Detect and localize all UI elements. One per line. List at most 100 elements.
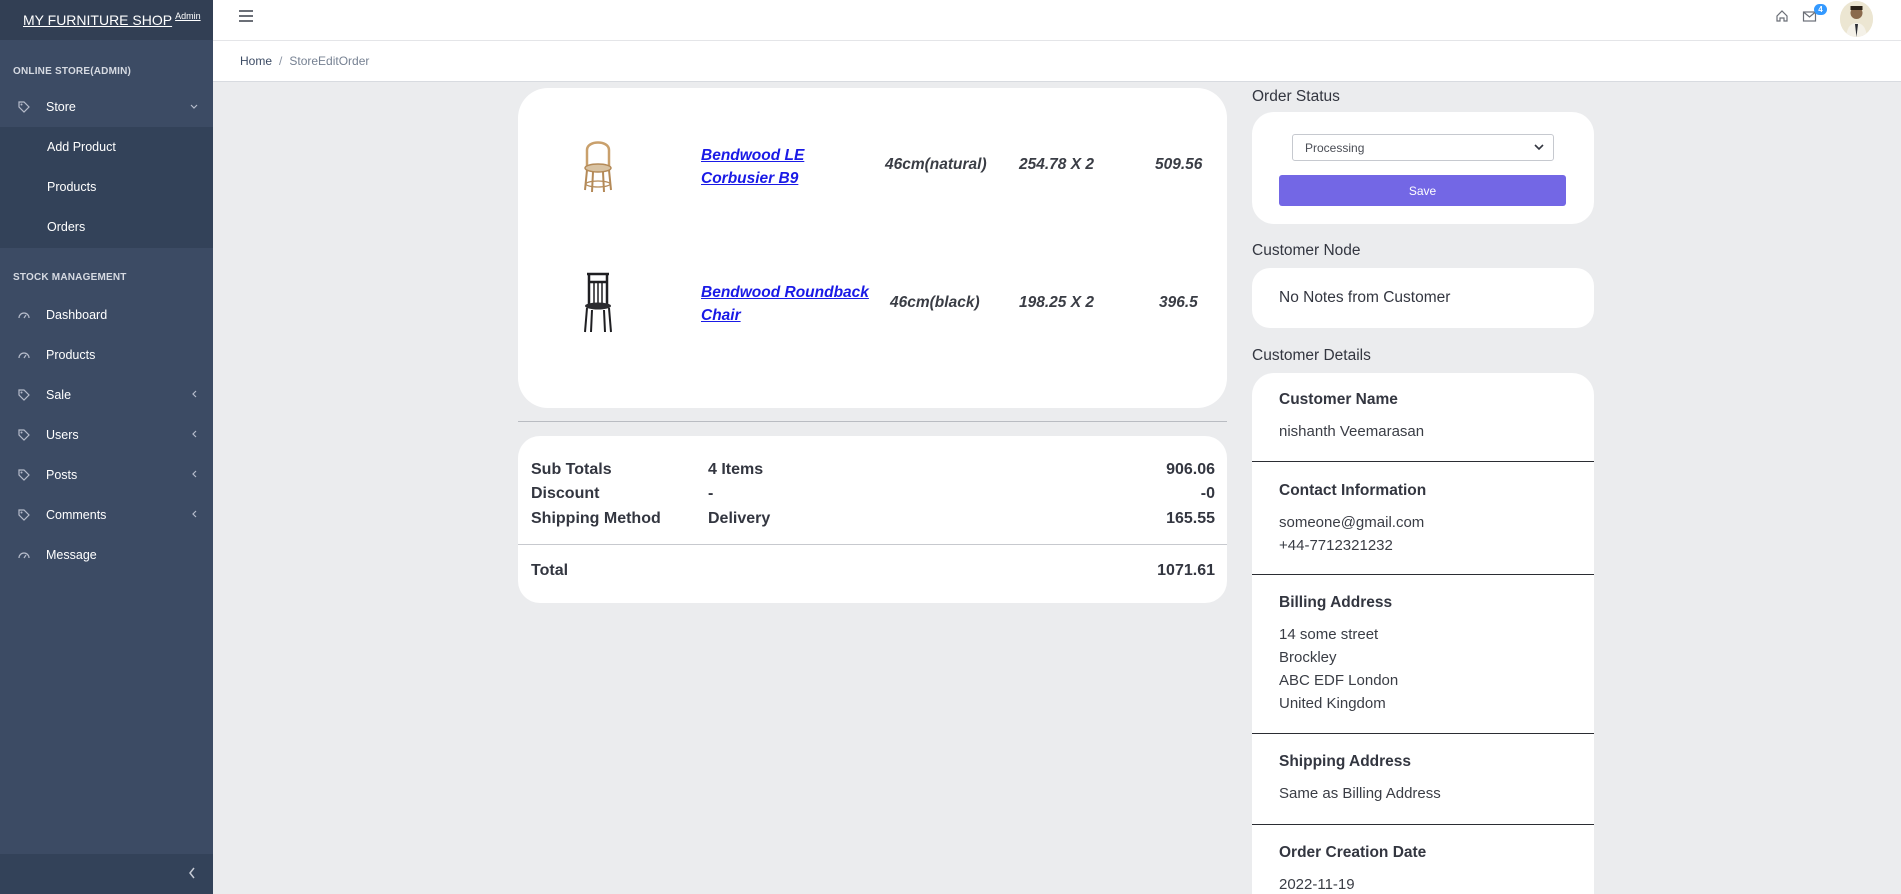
top-header: 4 [213, 0, 1901, 41]
sidebar-item-label: Products [46, 348, 96, 362]
section-divider [518, 421, 1227, 422]
billing-label: Billing Address [1279, 594, 1393, 611]
speedometer-icon [17, 548, 31, 562]
tag-icon [17, 388, 31, 402]
shipping-address-label: Shipping Address [1279, 753, 1412, 770]
billing-line: Brockley [1279, 649, 1337, 666]
billing-section: Billing Address 14 some street Brockley … [1252, 594, 1594, 715]
sidebar-item-posts[interactable]: Posts [0, 455, 213, 495]
contact-label: Contact Information [1279, 482, 1427, 499]
product-price-qty: 198.25 X 2 [1019, 294, 1094, 311]
product-image-chair-natural [573, 130, 623, 200]
product-name-line1[interactable]: Bendwood Roundback [701, 281, 869, 304]
brand-name[interactable]: MY FURNITURE SHOP [23, 12, 172, 28]
tag-icon [17, 508, 31, 522]
sidebar-item-label: Posts [46, 468, 78, 482]
customer-name-label: Customer Name [1279, 391, 1398, 408]
shipping-method: Delivery [708, 510, 771, 527]
sidebar-item-store[interactable]: Store [0, 87, 213, 127]
home-icon[interactable] [1775, 9, 1789, 28]
subtotal-label: Sub Totals [531, 461, 612, 478]
sidebar-item-label: Users [46, 428, 79, 442]
sidebar-footer [0, 854, 213, 894]
discount-mid: - [708, 485, 714, 502]
details-divider [1252, 461, 1594, 462]
sidebar: MY FURNITURE SHOP Admin ONLINE STORE(ADM… [0, 0, 213, 894]
customer-details-title: Customer Details [1252, 347, 1371, 364]
billing-line: United Kingdom [1279, 695, 1386, 712]
sidebar-item-products[interactable]: Products [47, 180, 96, 194]
shipping-address-value: Same as Billing Address [1279, 785, 1441, 802]
tag-icon [17, 100, 31, 114]
product-size: 46cm(natural) [885, 156, 987, 173]
details-divider [1252, 824, 1594, 825]
sidebar-item-message[interactable]: Message [0, 535, 213, 575]
chevron-left-icon [189, 470, 199, 481]
sidebar-item-dashboard[interactable]: Dashboard [0, 295, 213, 335]
product-image-chair-black [573, 268, 623, 338]
customer-name-value: nishanth Veemarasan [1279, 423, 1425, 440]
chevron-down-icon [189, 102, 199, 113]
breadcrumb-current: StoreEditOrder [289, 54, 370, 68]
total-value: 1071.61 [1157, 562, 1215, 579]
product-name-line2[interactable]: Corbusier B9 [701, 167, 804, 190]
details-divider [1252, 733, 1594, 734]
product-link[interactable]: Bendwood LE Corbusier B9 [701, 144, 804, 190]
speedometer-icon [17, 348, 31, 362]
speedometer-icon [17, 308, 31, 322]
customer-notes-text: No Notes from Customer [1279, 289, 1451, 306]
sidebar-item-sale[interactable]: Sale [0, 375, 213, 415]
product-name-line1[interactable]: Bendwood LE [701, 144, 804, 167]
details-divider [1252, 574, 1594, 575]
brand-admin-label[interactable]: Admin [175, 11, 201, 21]
billing-line: ABC EDF London [1279, 672, 1399, 689]
contact-email: someone@gmail.com [1279, 514, 1425, 531]
subtotal-items: 4 Items [708, 461, 764, 478]
contact-section: Contact Information someone@gmail.com +4… [1252, 482, 1594, 557]
customer-name-section: Customer Name nishanth Veemarasan [1252, 391, 1594, 443]
product-line-total: 396.5 [1159, 294, 1198, 311]
breadcrumb-home-link[interactable]: Home [240, 54, 272, 68]
sidebar-item-label: Dashboard [46, 308, 108, 322]
sidebar-item-stock-products[interactable]: Products [0, 335, 213, 375]
subtotal-value: 906.06 [1166, 461, 1215, 478]
sidebar-item-users[interactable]: Users [0, 415, 213, 455]
customer-details-panel: Customer Name nishanth Veemarasan Contac… [1252, 373, 1594, 894]
sidebar-item-orders[interactable]: Orders [47, 220, 85, 234]
chevron-left-icon [189, 430, 199, 441]
order-status-select[interactable]: Processing [1292, 134, 1554, 161]
chevron-left-icon[interactable] [188, 866, 196, 882]
product-name-line2[interactable]: Chair [701, 304, 869, 327]
breadcrumb-separator: / [279, 54, 283, 68]
product-size: 46cm(black) [890, 294, 980, 311]
product-line-total: 509.56 [1155, 156, 1203, 173]
shipping-value: 165.55 [1166, 510, 1215, 527]
brand[interactable]: MY FURNITURE SHOP Admin [0, 0, 213, 40]
tag-icon [17, 428, 31, 442]
chevron-left-icon [189, 390, 199, 401]
hamburger-menu-icon[interactable] [239, 10, 253, 22]
shipping-address-section: Shipping Address Same as Billing Address [1252, 753, 1594, 805]
discount-value: -0 [1200, 485, 1215, 502]
save-button[interactable]: Save [1279, 175, 1566, 206]
order-items-card: Bendwood LE Corbusier B9 46cm(natural) 2… [518, 88, 1227, 408]
mail-badge: 4 [1814, 4, 1827, 15]
contact-phone: +44-7712321232 [1279, 537, 1393, 554]
order-totals-card: Sub Totals 4 Items 906.06 Discount - -0 … [518, 436, 1227, 603]
nav-section-store: ONLINE STORE(ADMIN) [13, 66, 132, 77]
billing-line: 14 some street [1279, 626, 1379, 643]
sidebar-item-add-product[interactable]: Add Product [47, 140, 116, 154]
order-item-row: Bendwood LE Corbusier B9 46cm(natural) 2… [518, 130, 1227, 230]
customer-notes-title: Customer Node [1252, 242, 1361, 259]
avatar[interactable] [1840, 1, 1873, 37]
order-item-row: Bendwood Roundback Chair 46cm(black) 198… [518, 268, 1227, 368]
order-status-panel: Processing Save [1252, 112, 1594, 224]
discount-label: Discount [531, 485, 600, 502]
order-date-section: Order Creation Date 2022-11-19 [1252, 844, 1594, 894]
order-date-label: Order Creation Date [1279, 844, 1427, 861]
sidebar-item-comments[interactable]: Comments [0, 495, 213, 535]
sidebar-item-label: Message [46, 548, 97, 562]
shipping-label: Shipping Method [531, 510, 661, 527]
sidebar-item-label: Store [46, 100, 76, 114]
product-link[interactable]: Bendwood Roundback Chair [701, 281, 869, 327]
